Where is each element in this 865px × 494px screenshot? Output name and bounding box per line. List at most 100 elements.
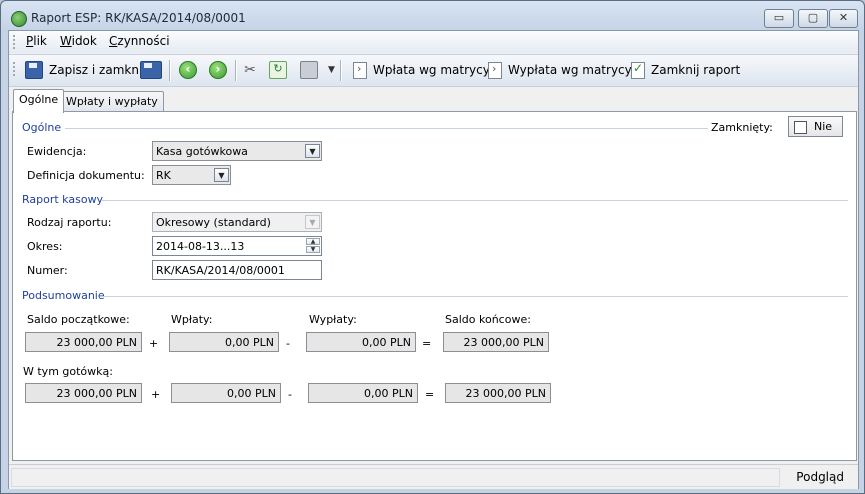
closed-checkbox[interactable] <box>794 121 807 134</box>
withdraw-matrix-label: Wypłata wg matrycy <box>508 63 632 77</box>
number-label: Numer: <box>27 264 68 277</box>
docdef-select[interactable]: RK ▼ <box>152 165 231 185</box>
tab-payments-label: Wpłaty i wypłaty <box>66 95 158 108</box>
plus-sign: + <box>151 388 161 401</box>
closing-balance-label: Saldo końcowe: <box>445 313 531 326</box>
cash-part-label: W tym gotówką: <box>23 365 113 378</box>
menu-plik-label: lik <box>33 34 47 48</box>
checklist-icon <box>631 61 645 79</box>
print-icon <box>300 61 318 79</box>
menu-plik[interactable]: Plik <box>26 34 47 48</box>
closed-label: Zamknięty: <box>711 121 773 134</box>
tab-general-label: Ogólne <box>19 93 59 106</box>
spin-down-icon[interactable]: ▼ <box>306 246 320 253</box>
minimize-button[interactable]: ▭ <box>764 9 794 28</box>
withdrawals-label: Wypłaty: <box>309 313 357 326</box>
menu-grip <box>13 35 18 49</box>
menu-czynnosci[interactable]: Czynności <box>109 34 170 48</box>
opening-balance-label: Saldo początkowe: <box>27 313 130 326</box>
forward-button[interactable]: › <box>209 59 233 81</box>
tools-icon: ✂ <box>244 62 256 78</box>
docdef-label: Definicja dokumentu: <box>27 169 145 182</box>
tab-general[interactable]: Ogólne <box>13 89 65 113</box>
save-as-button[interactable] <box>140 59 168 81</box>
client-area: Plik Widok Czynności Zapisz i zamknij ‹ … <box>8 30 859 489</box>
menu-widok[interactable]: Widok <box>60 34 97 48</box>
maximize-icon: ▢ <box>807 11 819 24</box>
minus-sign: - <box>288 388 292 401</box>
equals-sign: = <box>422 337 432 350</box>
menu-widok-label: idok <box>71 34 97 48</box>
evidence-select[interactable]: Kasa gotówkowa ▼ <box>152 141 322 161</box>
toolbar-separator <box>235 60 237 81</box>
toolbar-separator <box>340 60 342 81</box>
toolbar-grip <box>13 62 18 76</box>
close-icon: ✕ <box>838 11 849 24</box>
chevron-down-icon[interactable]: ▼ <box>305 144 320 158</box>
chevron-down-icon[interactable]: ▼ <box>214 168 229 182</box>
closed-toggle[interactable]: Nie <box>788 116 843 137</box>
title-bar: Raport ESP: RK/KASA/2014/08/0001 ▭ ▢ ✕ <box>1 1 864 33</box>
tab-payments[interactable]: Wpłaty i wypłaty <box>60 91 164 112</box>
menu-czynnosci-label: zynności <box>117 34 170 48</box>
document-icon <box>353 61 367 79</box>
number-input[interactable]: RK/KASA/2014/08/0001 <box>152 260 322 280</box>
save-icon <box>25 61 43 79</box>
refresh-button[interactable]: ↻ <box>269 59 293 81</box>
menu-widok-accel: W <box>60 34 72 48</box>
report-type-select[interactable]: Okresowy (standard) ▼ <box>152 212 322 232</box>
minus-sign: - <box>286 337 290 350</box>
tab-strip: Ogólne Wpłaty i wypłaty <box>9 89 858 113</box>
spin-up-icon[interactable]: ▲ <box>306 238 320 245</box>
equals-sign: = <box>425 388 435 401</box>
document-icon <box>488 61 502 79</box>
evidence-label: Ewidencja: <box>27 145 87 158</box>
number-value: RK/KASA/2014/08/0001 <box>156 264 285 277</box>
period-input[interactable]: 2014-08-13...13 ▲ ▼ <box>152 236 322 256</box>
toolbar-separator <box>169 60 171 81</box>
status-pane <box>11 468 780 487</box>
back-button[interactable]: ‹ <box>179 59 203 81</box>
section-general-title: Ogólne <box>22 121 62 134</box>
save-close-button[interactable]: Zapisz i zamknij <box>25 59 146 81</box>
chevron-down-icon: ▼ <box>305 215 320 229</box>
closing-balance-value: 23 000,00 PLN <box>443 332 549 352</box>
deposit-matrix-button[interactable]: Wpłata wg matrycy <box>353 59 490 81</box>
section-divider <box>102 296 848 297</box>
closed-value: Nie <box>814 120 833 133</box>
tab-panel: Ogólne Zamknięty: Nie Ewidencja: Kasa go… <box>12 111 857 461</box>
save-as-icon <box>140 61 162 79</box>
menu-bar: Plik Widok Czynności <box>9 31 858 53</box>
arrow-right-icon: › <box>209 61 227 79</box>
close-report-button[interactable]: Zamknij raport <box>631 59 740 81</box>
refresh-icon: ↻ <box>269 61 287 79</box>
app-icon <box>11 11 27 27</box>
maximize-button[interactable]: ▢ <box>798 9 828 28</box>
print-button[interactable]: ▼ <box>300 59 335 81</box>
withdrawals-value: 0,00 PLN <box>306 332 416 352</box>
tools-button[interactable]: ✂ <box>242 59 264 81</box>
docdef-value: RK <box>156 169 171 182</box>
deposit-matrix-label: Wpłata wg matrycy <box>373 63 490 77</box>
report-type-value: Okresowy (standard) <box>156 216 271 229</box>
deposits-label: Wpłaty: <box>171 313 213 326</box>
arrow-left-icon: ‹ <box>179 61 197 79</box>
plus-sign: + <box>149 337 159 350</box>
cash-deposits-value: 0,00 PLN <box>171 383 281 403</box>
withdraw-matrix-button[interactable]: Wypłata wg matrycy <box>488 59 632 81</box>
section-divider <box>102 200 848 201</box>
cash-opening-value: 23 000,00 PLN <box>25 383 142 403</box>
period-label: Okres: <box>27 240 63 253</box>
cash-closing-value: 23 000,00 PLN <box>445 383 551 403</box>
window-title: Raport ESP: RK/KASA/2014/08/0001 <box>31 11 246 25</box>
section-divider <box>65 128 708 129</box>
close-report-label: Zamknij raport <box>651 63 741 77</box>
status-bar: Podgląd <box>9 464 858 489</box>
section-cash-report-title: Raport kasowy <box>22 193 104 206</box>
opening-balance-value: 23 000,00 PLN <box>25 332 142 352</box>
period-value: 2014-08-13...13 <box>156 240 245 253</box>
preview-status[interactable]: Podgląd <box>796 470 844 484</box>
minimize-icon: ▭ <box>773 11 785 24</box>
close-button[interactable]: ✕ <box>829 9 858 28</box>
deposits-value: 0,00 PLN <box>169 332 279 352</box>
